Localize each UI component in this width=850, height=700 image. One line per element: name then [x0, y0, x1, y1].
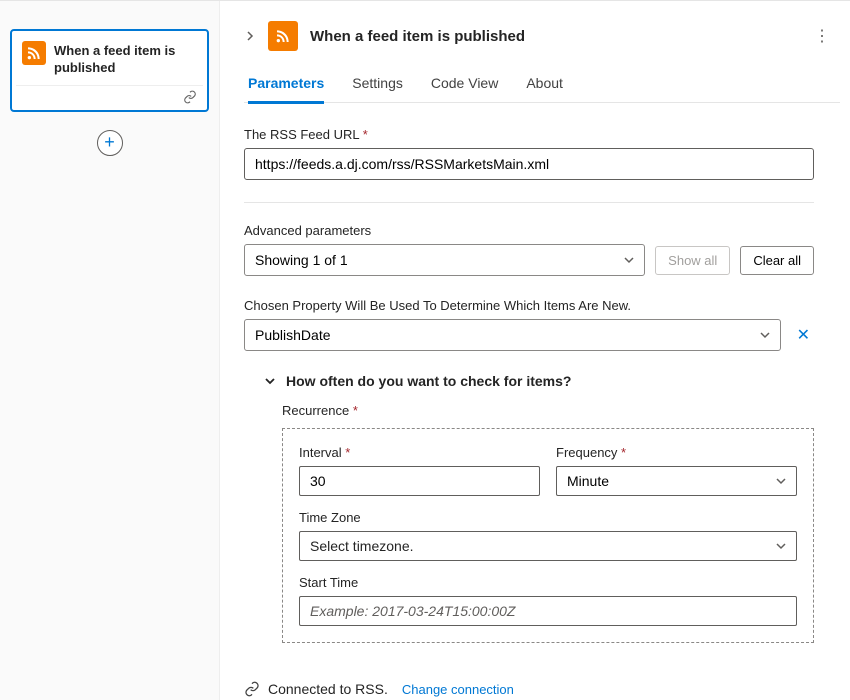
tab-settings[interactable]: Settings [352, 69, 403, 102]
change-connection-link[interactable]: Change connection [402, 682, 514, 697]
clear-all-button[interactable]: Clear all [740, 246, 814, 275]
advanced-parameters-label: Advanced parameters [244, 223, 840, 238]
tab-code-view[interactable]: Code View [431, 69, 498, 102]
connection-link-icon [244, 681, 260, 697]
more-menu-icon[interactable]: ⋮ [810, 22, 834, 50]
start-time-input[interactable] [299, 596, 797, 626]
tab-about[interactable]: About [526, 69, 563, 102]
feed-url-input[interactable] [244, 148, 814, 180]
show-all-button[interactable]: Show all [655, 246, 730, 275]
rss-icon [22, 41, 46, 65]
interval-input[interactable] [299, 466, 540, 496]
trigger-card[interactable]: When a feed item is published [10, 29, 209, 112]
details-panel: When a feed item is published ⋮ Paramete… [220, 1, 850, 700]
tabs: Parameters Settings Code View About [244, 69, 840, 103]
timezone-label: Time Zone [299, 510, 797, 525]
interval-label: Interval * [299, 445, 540, 460]
frequency-select[interactable]: Minute [556, 466, 797, 496]
feed-url-label: The RSS Feed URL * [244, 127, 840, 142]
connection-link-icon [183, 90, 197, 104]
start-time-label: Start Time [299, 575, 797, 590]
add-step-button[interactable]: + [97, 130, 123, 156]
trigger-card-title: When a feed item is published [54, 41, 197, 77]
flow-canvas: When a feed item is published + [0, 1, 220, 700]
panel-title: When a feed item is published [310, 28, 525, 45]
timezone-select[interactable]: Select timezone. [299, 531, 797, 561]
connection-status: Connected to RSS. Change connection [244, 681, 840, 697]
tab-parameters[interactable]: Parameters [248, 69, 324, 104]
chosen-property-label: Chosen Property Will Be Used To Determin… [244, 298, 840, 313]
chevron-right-icon[interactable] [244, 30, 256, 42]
chevron-down-icon [264, 375, 276, 387]
frequency-label: Frequency * [556, 445, 797, 460]
rss-icon [268, 21, 298, 51]
recurrence-label: Recurrence * [282, 403, 840, 418]
chosen-property-select[interactable]: PublishDate [244, 319, 781, 351]
advanced-parameters-select[interactable]: Showing 1 of 1 [244, 244, 645, 276]
clear-property-button[interactable]: ✕ [793, 321, 814, 349]
recurrence-toggle[interactable]: How often do you want to check for items… [264, 373, 840, 389]
recurrence-box: Interval * Frequency * Minute [282, 428, 814, 643]
